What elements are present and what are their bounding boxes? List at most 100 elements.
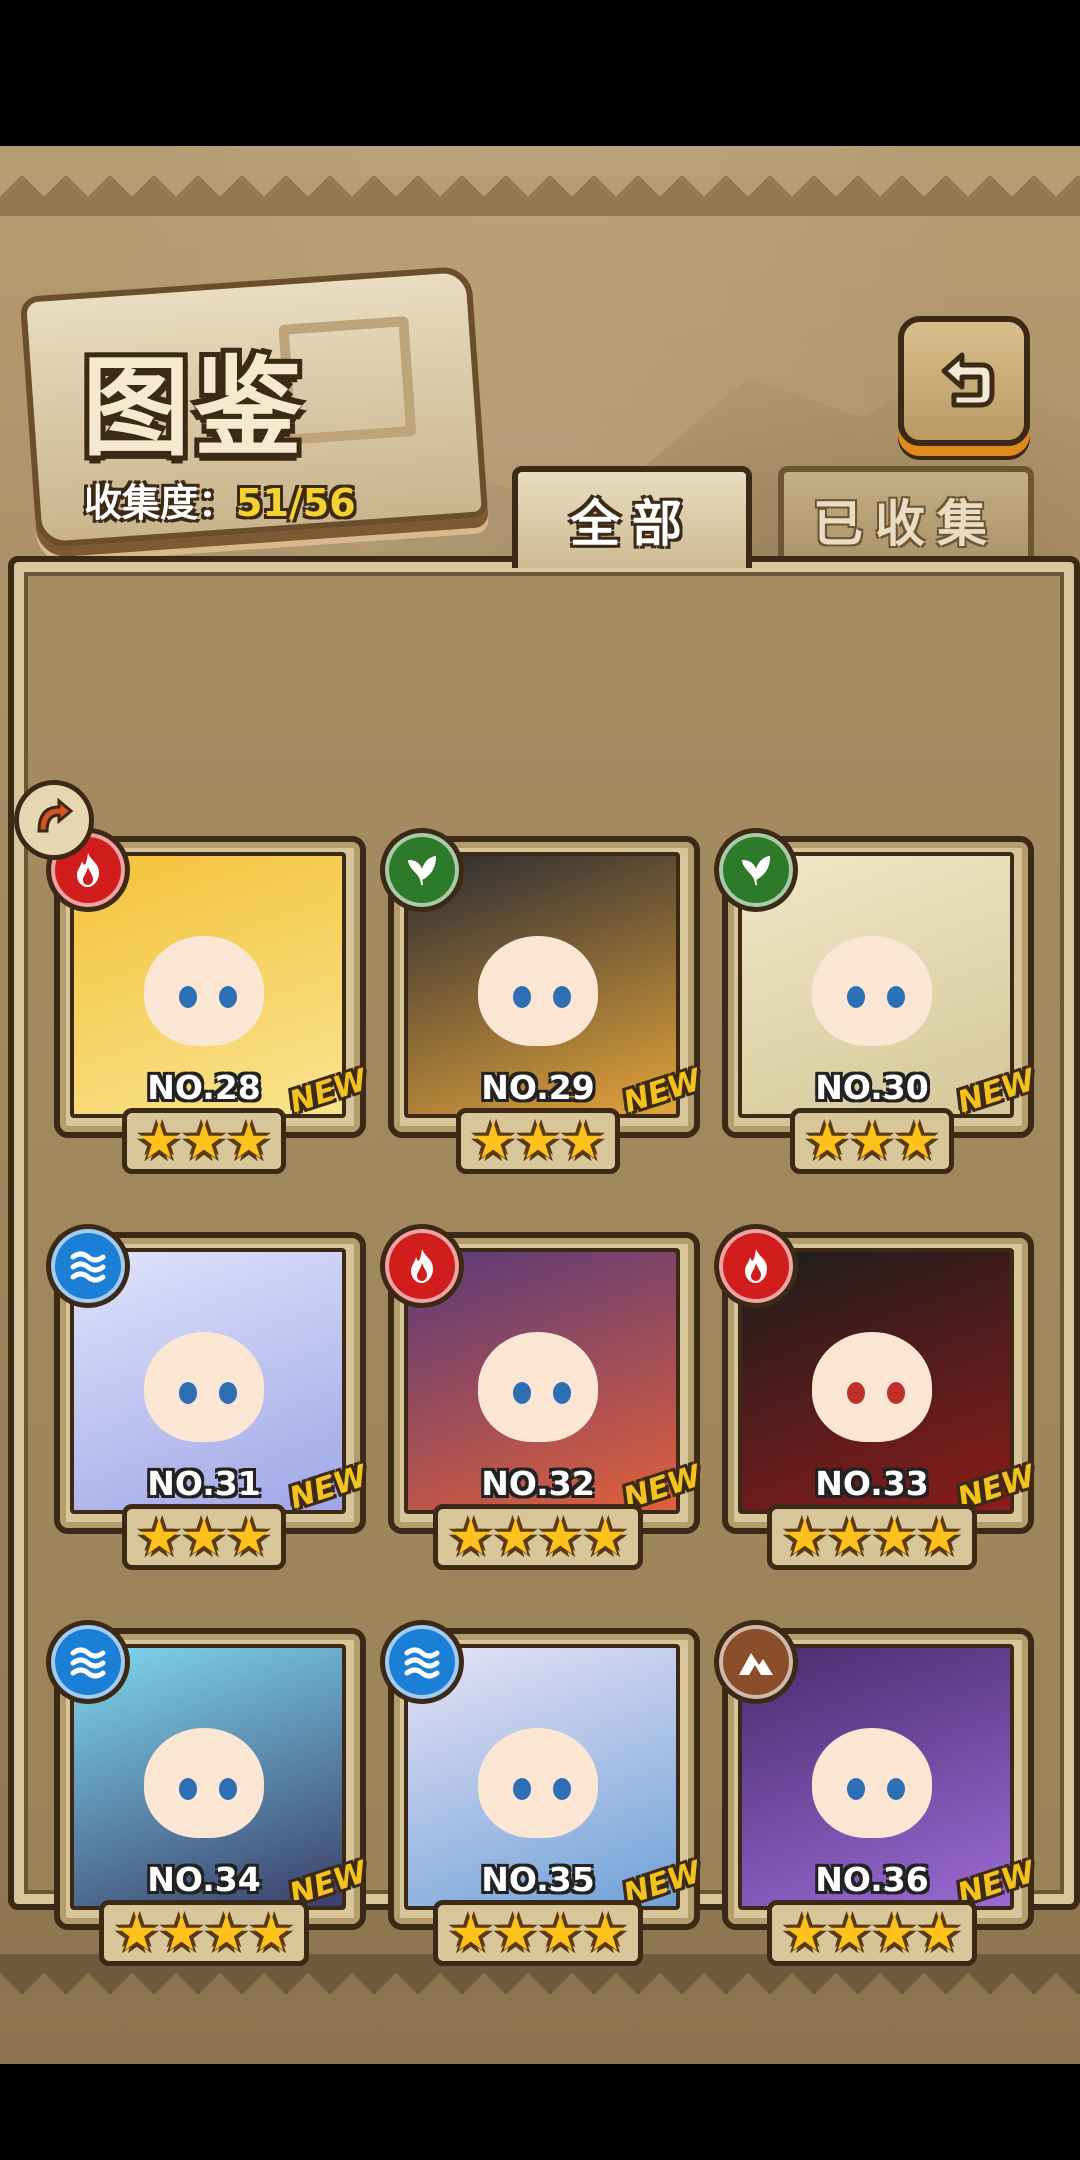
star-icon: ★ — [894, 1112, 940, 1170]
character-face — [144, 1728, 264, 1838]
character-eye — [887, 1382, 905, 1404]
star-icon: ★ — [493, 1904, 538, 1962]
star-bar: ★★★ — [121, 1108, 287, 1174]
star-icon: ★ — [226, 1508, 272, 1566]
character-face — [144, 1332, 264, 1442]
star-icon: ★ — [159, 1904, 204, 1962]
star-icon: ★ — [515, 1112, 561, 1170]
top-border-decoration — [0, 176, 1080, 216]
fire-element-icon — [714, 1224, 798, 1308]
character-eye — [553, 1778, 571, 1800]
star-bar: ★★★★ — [767, 1900, 977, 1966]
character-eye — [513, 1382, 531, 1404]
star-icon: ★ — [470, 1112, 516, 1170]
character-card[interactable]: NO.30 NEW ★★★ — [714, 828, 1039, 1174]
star-icon: ★ — [493, 1508, 538, 1566]
collection-progress: 收集度：51/56 — [84, 472, 356, 527]
star-bar: ★★★★ — [99, 1900, 309, 1966]
star-icon: ★ — [582, 1904, 628, 1962]
tab-collected[interactable]: 已收集 — [778, 466, 1034, 568]
star-icon: ★ — [872, 1508, 917, 1566]
star-rating: ★★★★ — [722, 1504, 1022, 1570]
character-eye — [513, 1778, 531, 1800]
water-element-icon — [46, 1224, 130, 1308]
star-icon: ★ — [782, 1508, 828, 1566]
wood-element-icon — [380, 828, 464, 912]
star-icon: ★ — [827, 1508, 872, 1566]
side-toggle-button[interactable] — [14, 780, 94, 860]
star-bar: ★★★★ — [767, 1504, 977, 1570]
star-rating: ★★★ — [54, 1108, 354, 1174]
character-face — [812, 1728, 932, 1838]
character-face — [812, 1332, 932, 1442]
character-eye — [847, 1778, 865, 1800]
star-bar: ★★★★ — [433, 1900, 643, 1966]
collection-label: 收集度： — [84, 481, 237, 525]
encyclopedia-screen: 图鉴 收集度：51/56 全部 已收集 NO.28 NEW ★★★ NO.29 NEW ★… — [0, 146, 1080, 2064]
star-icon: ★ — [248, 1904, 294, 1962]
star-rating: ★★★★ — [388, 1900, 688, 1966]
character-card[interactable]: NO.35 NEW ★★★★ — [380, 1620, 705, 1966]
character-face — [478, 936, 598, 1046]
character-face — [478, 1332, 598, 1442]
star-icon: ★ — [916, 1904, 962, 1962]
character-face — [144, 936, 264, 1046]
star-icon: ★ — [804, 1112, 850, 1170]
character-eye — [219, 986, 237, 1008]
curved-arrow-icon — [37, 797, 74, 833]
character-card[interactable]: NO.29 NEW ★★★ — [380, 828, 705, 1174]
water-element-icon — [380, 1620, 464, 1704]
star-rating: ★★★★ — [722, 1900, 1022, 1966]
earth-element-icon — [714, 1620, 798, 1704]
star-icon: ★ — [872, 1904, 917, 1962]
character-eye — [847, 1382, 865, 1404]
star-icon: ★ — [448, 1904, 494, 1962]
card-number: NO.28 — [147, 1068, 261, 1107]
wood-element-icon — [714, 828, 798, 912]
character-eye — [513, 986, 531, 1008]
character-eye — [179, 1382, 197, 1404]
character-eye — [847, 986, 865, 1008]
character-face — [478, 1728, 598, 1838]
character-card[interactable]: NO.32 NEW ★★★★ — [380, 1224, 705, 1570]
card-number: NO.33 — [815, 1464, 929, 1503]
tab-all[interactable]: 全部 — [512, 466, 752, 568]
character-eye — [219, 1778, 237, 1800]
star-icon: ★ — [136, 1508, 182, 1566]
character-card[interactable]: NO.31 NEW ★★★ — [46, 1224, 371, 1570]
fire-element-icon — [380, 1224, 464, 1308]
character-card[interactable]: NO.33 NEW ★★★★ — [714, 1224, 1039, 1570]
back-button[interactable] — [898, 316, 1030, 446]
star-rating: ★★★ — [54, 1504, 354, 1570]
card-number: NO.36 — [815, 1860, 929, 1899]
return-arrow-icon — [941, 352, 995, 408]
star-icon: ★ — [538, 1508, 583, 1566]
star-icon: ★ — [827, 1904, 872, 1962]
star-icon: ★ — [136, 1112, 182, 1170]
card-number: NO.29 — [481, 1068, 595, 1107]
character-card[interactable]: NO.28 NEW ★★★ — [46, 828, 371, 1174]
character-card[interactable]: NO.34 NEW ★★★★ — [46, 1620, 371, 1966]
star-icon: ★ — [226, 1112, 272, 1170]
star-rating: ★★★★ — [54, 1900, 354, 1966]
collection-value: 51/56 — [236, 481, 356, 525]
star-icon: ★ — [114, 1904, 160, 1962]
card-number: NO.34 — [147, 1860, 261, 1899]
character-eye — [887, 986, 905, 1008]
card-number: NO.30 — [815, 1068, 929, 1107]
star-rating: ★★★ — [388, 1108, 688, 1174]
star-icon: ★ — [849, 1112, 895, 1170]
star-bar: ★★★★ — [433, 1504, 643, 1570]
star-icon: ★ — [560, 1112, 606, 1170]
star-icon: ★ — [448, 1508, 494, 1566]
card-number: NO.35 — [481, 1860, 595, 1899]
character-eye — [553, 986, 571, 1008]
star-rating: ★★★ — [722, 1108, 1022, 1174]
character-eye — [219, 1382, 237, 1404]
star-icon: ★ — [204, 1904, 249, 1962]
character-card[interactable]: NO.36 NEW ★★★★ — [714, 1620, 1039, 1966]
star-bar: ★★★ — [121, 1504, 287, 1570]
character-eye — [553, 1382, 571, 1404]
star-icon: ★ — [782, 1904, 828, 1962]
page-title: 图鉴 — [82, 346, 307, 471]
